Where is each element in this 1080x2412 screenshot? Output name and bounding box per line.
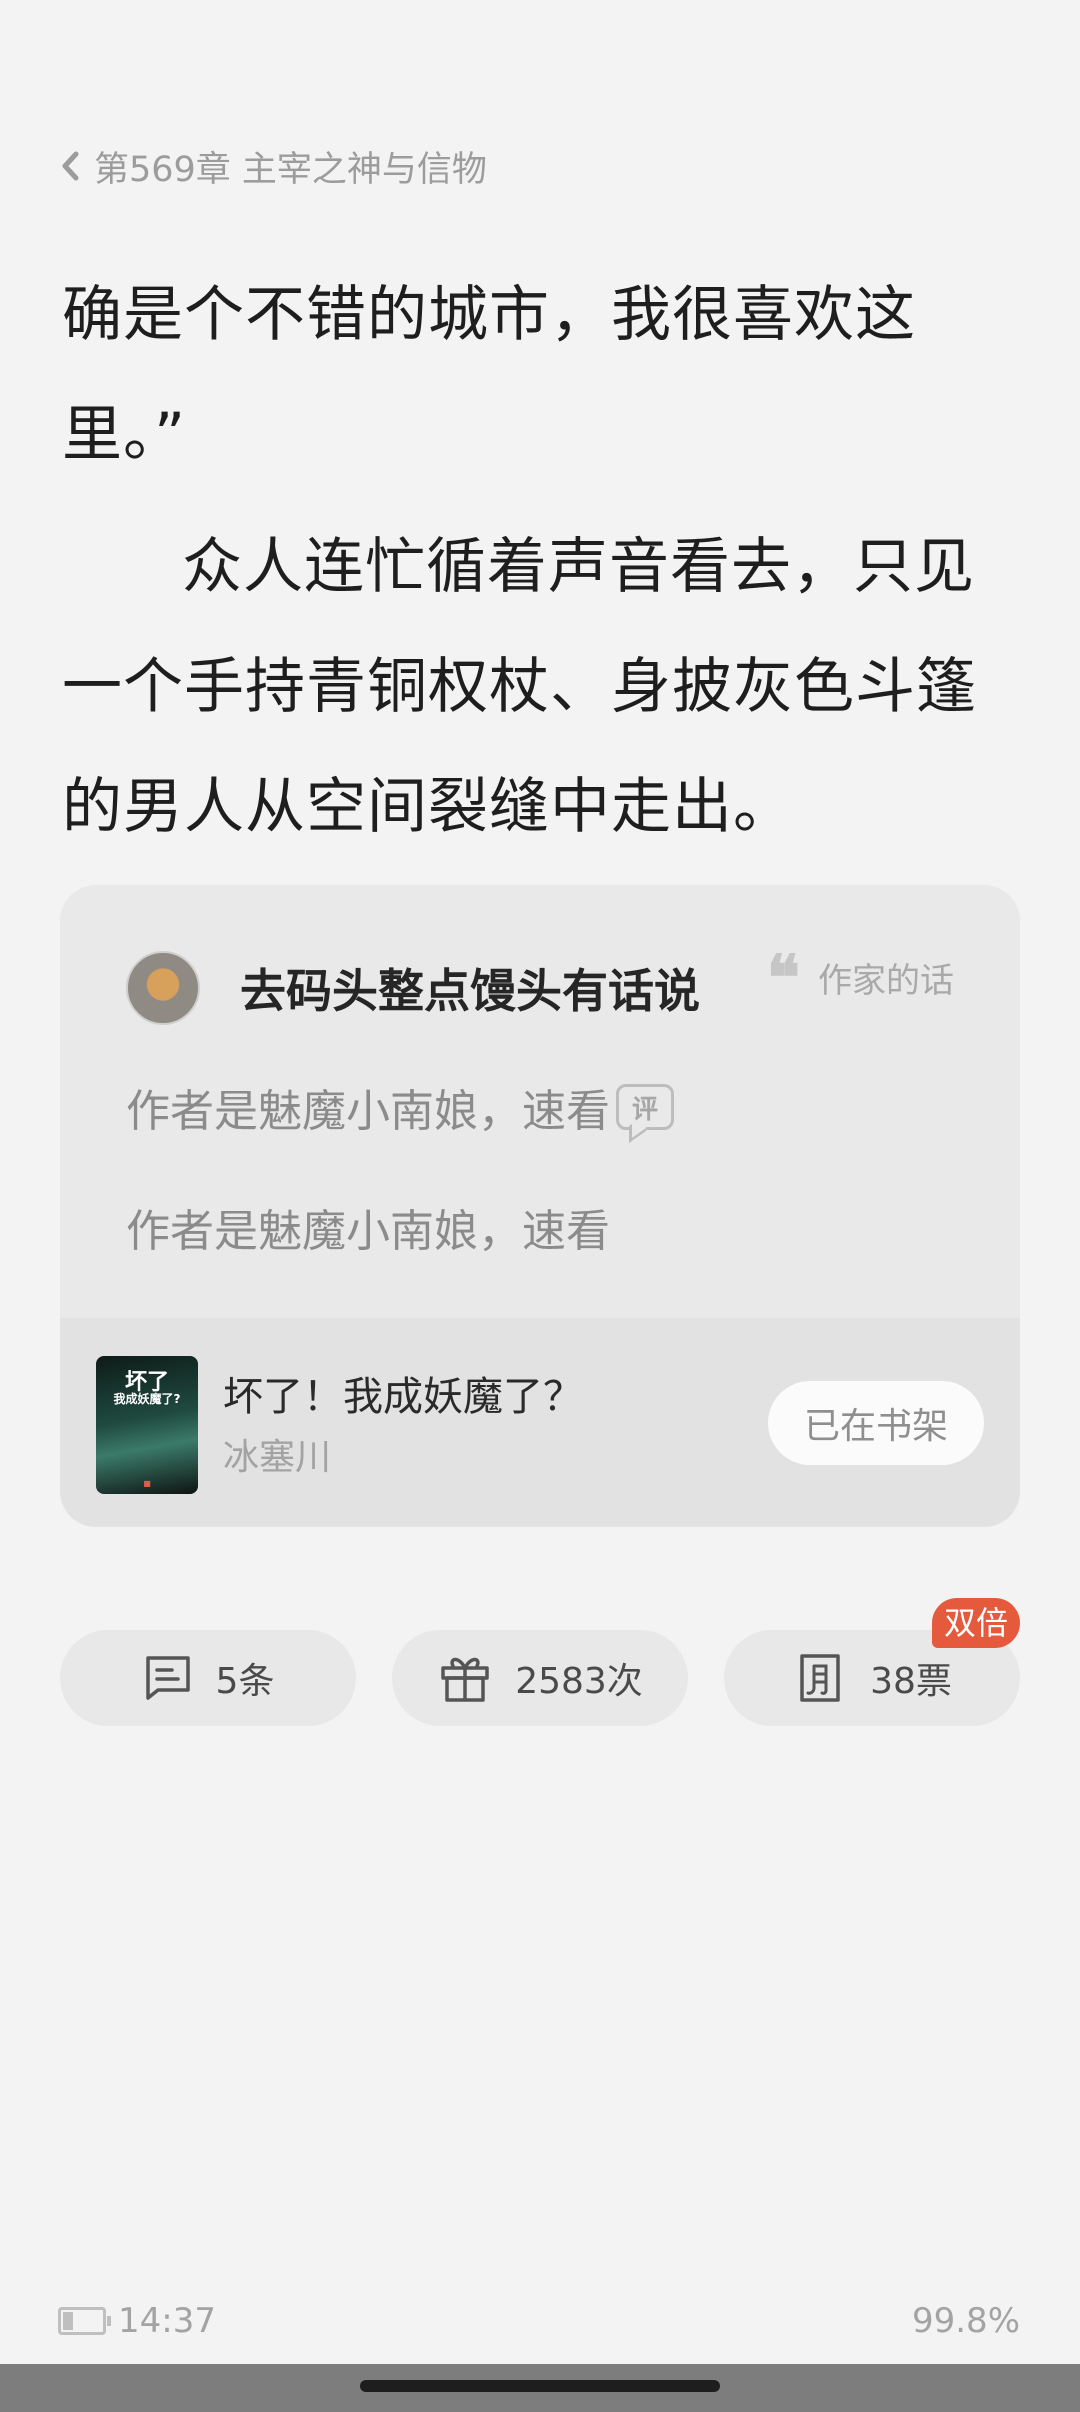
comments-button[interactable]: 5条 <box>60 1630 356 1726</box>
comment-icon <box>145 1656 190 1700</box>
cover-publisher-mark: ■ <box>143 1479 151 1488</box>
author-message-text: 作者是魅魔小南娘，速看 <box>126 1086 610 1137</box>
author-words-tag: ❝ 作家的话 <box>766 940 954 1014</box>
reading-text: 确是个不错的城市，我很喜欢这里。” 众人连忙循着声音看去，只见一个手持青铜权杖、… <box>62 255 1022 867</box>
author-words-label: 作家的话 <box>818 961 954 1001</box>
votes-count: 38票 <box>870 1661 952 1702</box>
double-badge: 双倍 <box>931 1598 1020 1648</box>
quote-icon: ❝ <box>766 940 800 1014</box>
on-shelf-button[interactable]: 已在书架 <box>768 1381 984 1465</box>
book-author: 冰塞川 <box>223 1437 332 1478</box>
author-message-text: 作者是魅魔小南娘，速看 <box>126 1206 610 1257</box>
battery-icon <box>58 2307 111 2335</box>
author-message: 作者是魅魔小南娘，速看 评 <box>126 1075 674 1139</box>
chapter-title: 第569章 主宰之神与信物 <box>94 149 487 190</box>
book-cover[interactable]: 坏了 我成妖魔了? ■ <box>96 1356 198 1494</box>
comments-count: 5条 <box>215 1661 275 1702</box>
monthly-ticket-icon <box>800 1654 840 1702</box>
review-badge[interactable]: 评 <box>616 1084 674 1130</box>
gift-button[interactable]: 2583次 <box>392 1630 688 1726</box>
reading-progress: 99.8% <box>911 2301 1020 2341</box>
action-bar: 5条 2583次 38票 双倍 <box>60 1598 1020 1726</box>
author-name: 去码头整点馒头有话说 <box>240 964 700 1018</box>
status-left: 14:37 <box>58 2301 216 2341</box>
cover-subtitle: 我成妖魔了? <box>113 1392 181 1406</box>
chapter-header[interactable]: 第569章 主宰之神与信物 <box>56 140 487 192</box>
system-nav-bar <box>0 2364 1080 2412</box>
reader-status-bar: 14:37 99.8% <box>58 2298 1020 2344</box>
paragraph: 众人连忙循着声音看去，只见一个手持青铜权杖、身披灰色斗篷的男人从空间裂缝中走出。 <box>62 532 977 842</box>
chevron-left-icon <box>62 151 79 181</box>
paragraph: 确是个不错的城市，我很喜欢这里。” <box>62 280 916 470</box>
home-indicator[interactable] <box>360 2380 720 2392</box>
author-message: 作者是魅魔小南娘，速看 <box>126 1195 610 1259</box>
author-row[interactable]: 去码头整点馒头有话说 <box>126 951 700 1025</box>
author-words-card: 去码头整点馒头有话说 ❝ 作家的话 作者是魅魔小南娘，速看 评 作者是魅魔小南娘… <box>60 885 1020 1527</box>
gift-count: 2583次 <box>515 1661 643 1702</box>
clock: 14:37 <box>118 2301 216 2341</box>
gift-icon <box>441 1657 489 1702</box>
recommended-book[interactable]: 坏了 我成妖魔了? ■ 坏了！我成妖魔了？ 冰塞川 已在书架 <box>60 1318 1020 1527</box>
book-title: 坏了！我成妖魔了？ <box>223 1374 583 1420</box>
avatar[interactable] <box>126 951 200 1025</box>
